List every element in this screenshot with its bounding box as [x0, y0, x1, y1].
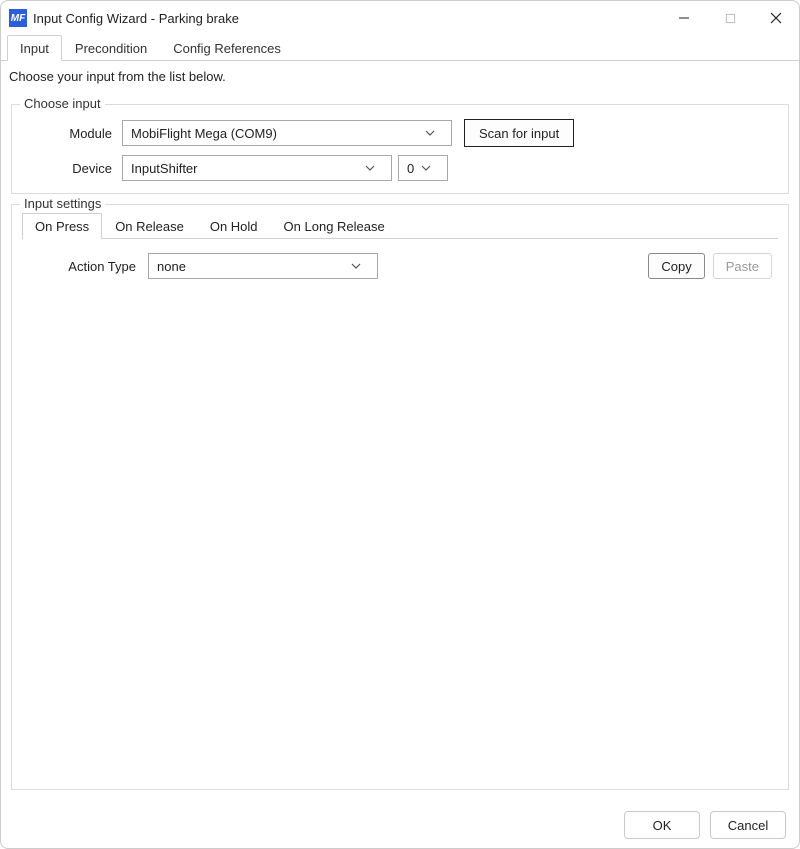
ok-button[interactable]: OK — [624, 811, 700, 839]
module-select-value: MobiFlight Mega (COM9) — [131, 126, 277, 141]
copy-button-label: Copy — [661, 259, 691, 274]
tab-config-references[interactable]: Config References — [160, 35, 294, 61]
tab-on-press[interactable]: On Press — [22, 213, 102, 239]
tab-on-release[interactable]: On Release — [102, 213, 197, 239]
cancel-button[interactable]: Cancel — [710, 811, 786, 839]
copy-button[interactable]: Copy — [648, 253, 704, 279]
module-select[interactable]: MobiFlight Mega (COM9) — [122, 120, 452, 146]
action-type-select[interactable]: none — [148, 253, 378, 279]
action-type-label: Action Type — [28, 259, 148, 274]
title-bar: MF Input Config Wizard - Parking brake — [1, 1, 799, 35]
event-tab-bar: On Press On Release On Hold On Long Rele… — [22, 213, 778, 239]
tab-on-long-release[interactable]: On Long Release — [271, 213, 398, 239]
window-title: Input Config Wizard - Parking brake — [33, 11, 239, 26]
paste-button-label: Paste — [726, 259, 759, 274]
app-icon: MF — [9, 9, 27, 27]
minimize-button[interactable] — [661, 1, 707, 35]
scan-for-input-button[interactable]: Scan for input — [464, 119, 574, 147]
cancel-button-label: Cancel — [728, 818, 768, 833]
device-select[interactable]: InputShifter — [122, 155, 392, 181]
input-settings-legend: Input settings — [20, 196, 105, 211]
tab-precondition[interactable]: Precondition — [62, 35, 160, 61]
maximize-button[interactable] — [707, 1, 753, 35]
module-label: Module — [22, 126, 122, 141]
tab-on-hold[interactable]: On Hold — [197, 213, 271, 239]
input-settings-group: Input settings On Press On Release On Ho… — [11, 204, 789, 790]
action-type-value: none — [157, 259, 186, 274]
pin-select[interactable]: 0 — [398, 155, 448, 181]
dialog-footer: OK Cancel — [624, 811, 786, 839]
device-select-value: InputShifter — [131, 161, 198, 176]
choose-input-group: Choose input Module MobiFlight Mega (COM… — [11, 104, 789, 194]
ok-button-label: OK — [653, 818, 672, 833]
scan-button-label: Scan for input — [479, 126, 559, 141]
instruction-text: Choose your input from the list below. — [1, 61, 799, 88]
pin-select-value: 0 — [407, 161, 414, 176]
device-label: Device — [22, 161, 122, 176]
close-button[interactable] — [753, 1, 799, 35]
paste-button[interactable]: Paste — [713, 253, 772, 279]
choose-input-legend: Choose input — [20, 96, 105, 111]
tab-input[interactable]: Input — [7, 35, 62, 61]
main-tab-bar: Input Precondition Config References — [1, 35, 799, 61]
